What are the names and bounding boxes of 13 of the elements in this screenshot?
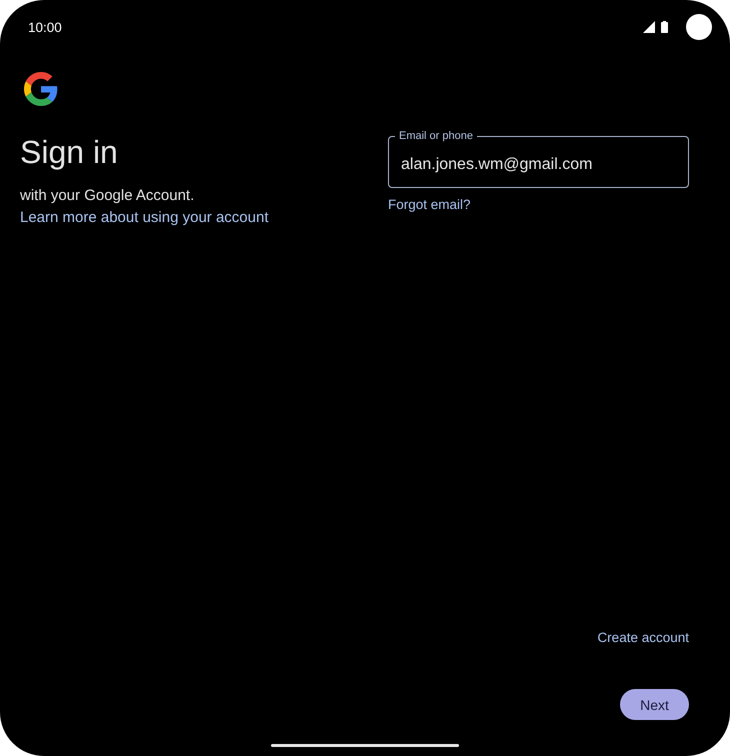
signal-icon <box>643 21 655 33</box>
email-field[interactable]: Email or phone alan.jones.wm@gmail.com <box>388 130 689 188</box>
learn-more-link[interactable]: Learn more about using your account <box>20 208 268 228</box>
create-account-link[interactable]: Create account <box>597 629 689 647</box>
email-field-label: Email or phone <box>398 130 474 143</box>
battery-icon <box>661 21 668 33</box>
circle-icon <box>686 14 712 40</box>
page-title: Sign in <box>20 133 118 172</box>
forgot-email-link[interactable]: Forgot email? <box>388 196 471 214</box>
g-logo-icon <box>24 72 58 106</box>
subtitle-text: with your Google Account. <box>20 186 194 206</box>
next-button[interactable]: Next <box>620 689 689 720</box>
status-time: 10:00 <box>28 20 62 34</box>
